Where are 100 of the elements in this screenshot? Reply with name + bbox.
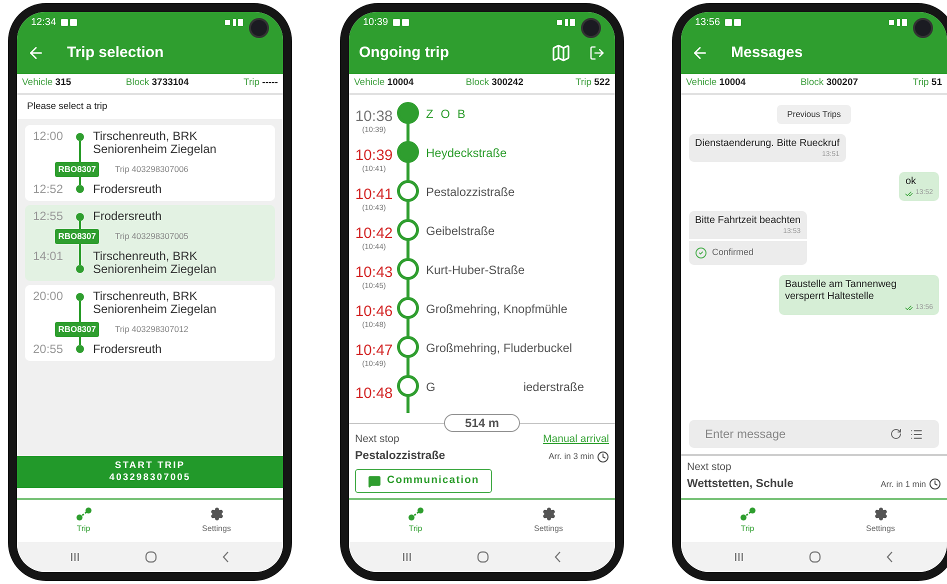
message-text: Bitte Fahrtzeit beachten <box>695 214 801 227</box>
recent-apps-icon[interactable] <box>402 552 412 562</box>
back-icon[interactable] <box>554 551 562 563</box>
map-button[interactable] <box>551 43 571 63</box>
exit-button[interactable] <box>589 45 605 61</box>
stop-name: Großmehring, Fluderbuckel <box>426 340 572 357</box>
nav-tab[interactable]: Settings <box>814 500 947 542</box>
recent-apps-icon[interactable] <box>734 552 744 562</box>
start-stop: Tirschenreuth, BRK Seniorenheim Ziegelan <box>92 130 218 156</box>
trip-card[interactable]: 12:55 Frodersreuth RBO8307 Trip 403298307005 14:01 Tirschenreuth, BRK Seniorenheim Ziegelan <box>25 205 275 282</box>
arrival-estimate: Arr. in 1 min <box>880 478 926 491</box>
arrival-estimate: Arr. in 3 min <box>548 450 594 463</box>
distance-pill: 514 m <box>444 414 520 432</box>
nav-tab[interactable]: Trip <box>17 500 150 542</box>
line-badge: RBO8307 <box>55 162 99 178</box>
clock-icon <box>929 478 941 490</box>
previous-trips-button[interactable]: Previous Trips <box>777 105 851 124</box>
message-text: Dienstaenderung. Bitte Rueckruf <box>695 138 840 150</box>
back-icon[interactable] <box>886 551 894 563</box>
next-stop-label: Next stop <box>687 460 732 475</box>
trip-info: Trip 522 <box>575 76 610 90</box>
status-icons <box>889 18 907 26</box>
home-icon[interactable] <box>476 551 489 563</box>
stop-name: Heydeckstraße <box>426 145 507 162</box>
stop-time: 10:43 <box>355 264 393 280</box>
message-text: Baustelle am Tannenweg versperrt Haltestelle <box>785 278 898 303</box>
stop-name: G <box>426 379 436 396</box>
trip-card[interactable]: 20:00 Tirschenreuth, BRK Seniorenheim Ziegelan RBO8307 Trip 403298307012 20:55 Frodersreuth <box>25 285 275 362</box>
stop-name: Geibelstraße <box>426 223 495 240</box>
stop-time: 10:47 <box>355 342 393 358</box>
manual-arrival-link[interactable]: Manual arrival <box>543 432 609 448</box>
end-time: 12:52 <box>33 183 64 196</box>
home-icon[interactable] <box>808 551 821 563</box>
block-info: Block 3733104 <box>126 76 189 90</box>
stop-time: 10:38 <box>355 108 393 124</box>
screen-title: Messages <box>731 42 803 63</box>
start-stop: Frodersreuth <box>92 210 163 224</box>
status-time: 10:39 <box>363 16 388 30</box>
next-stop-name: Pestalozzistraße <box>355 449 446 464</box>
next-stop-name: Wettstetten, Schule <box>687 476 794 492</box>
clock-icon <box>597 450 609 463</box>
notification-icons <box>725 18 742 26</box>
end-stop: Frodersreuth <box>92 183 163 196</box>
start-time: 12:00 <box>33 130 64 146</box>
status-icons <box>225 18 243 26</box>
end-stop: Frodersreuth <box>92 343 163 356</box>
confirmed-icon <box>695 247 707 259</box>
stop-name: Pestalozzistraße <box>426 184 515 201</box>
trip-card[interactable]: 12:00 Tirschenreuth, BRK Seniorenheim Ziegelan RBO8307 Trip 403298307006 12:52 Frodersreuth <box>25 125 275 202</box>
back-button[interactable] <box>691 44 709 62</box>
stop-time: 10:39 <box>355 146 393 164</box>
select-prompt: Please select a trip <box>17 95 283 120</box>
confirmation-text: Confirmed <box>712 246 754 260</box>
message-icon <box>368 474 381 488</box>
list-icon[interactable] <box>910 428 923 440</box>
start-trip-button[interactable]: START TRIP 403298307005 <box>17 456 283 488</box>
sent-icon <box>905 190 914 198</box>
next-stop-label: Next stop <box>355 432 400 448</box>
message-input[interactable]: Enter message <box>705 425 890 443</box>
nav-tab[interactable]: Settings <box>150 500 283 542</box>
line-badge: RBO8307 <box>55 322 99 338</box>
nav-tab[interactable]: Trip <box>681 500 814 542</box>
status-time: 13:56 <box>695 16 720 30</box>
stop-name: iederstraße <box>523 379 584 396</box>
back-icon[interactable] <box>222 551 230 563</box>
trip-info: Trip ----- <box>244 76 278 90</box>
route-icon <box>740 507 756 521</box>
nav-tab[interactable]: Settings <box>482 500 615 542</box>
stop-time: 10:41 <box>355 186 393 202</box>
status-time: 12:34 <box>31 16 56 30</box>
route-icon <box>76 507 92 521</box>
status-icons <box>557 18 575 26</box>
recent-apps-icon[interactable] <box>70 552 80 562</box>
stop-name: Z O B <box>426 106 468 123</box>
settings-icon <box>542 507 556 521</box>
communication-button[interactable]: Communication <box>355 469 492 493</box>
stop-time: 10:46 <box>355 302 393 320</box>
notification-icons <box>61 18 78 26</box>
template-icon[interactable] <box>890 428 902 440</box>
block-info: Block 300207 <box>800 76 858 90</box>
start-time: 12:55 <box>33 210 64 224</box>
route-icon <box>408 507 424 521</box>
end-stop: Tirschenreuth, BRK Seniorenheim Ziegelan <box>92 250 218 276</box>
vehicle-info: Vehicle 10004 <box>686 76 746 90</box>
screen-title: Trip selection <box>67 42 164 63</box>
sent-icon <box>905 304 914 312</box>
end-time: 14:01 <box>33 250 64 266</box>
end-time: 20:55 <box>33 343 64 356</box>
back-button[interactable] <box>27 44 45 62</box>
start-stop: Tirschenreuth, BRK Seniorenheim Ziegelan <box>92 290 218 316</box>
message-field[interactable]: Enter message <box>689 420 939 448</box>
nav-tab[interactable]: Trip <box>349 500 482 542</box>
line-badge: RBO8307 <box>55 229 99 244</box>
settings-icon <box>874 507 888 521</box>
stop-time: 10:48 <box>355 385 393 402</box>
stop-name: Kurt-Huber-Straße <box>426 262 525 279</box>
message-text: ok <box>905 176 918 188</box>
settings-icon <box>210 507 224 521</box>
notification-icons <box>393 18 410 26</box>
home-icon[interactable] <box>144 551 157 563</box>
